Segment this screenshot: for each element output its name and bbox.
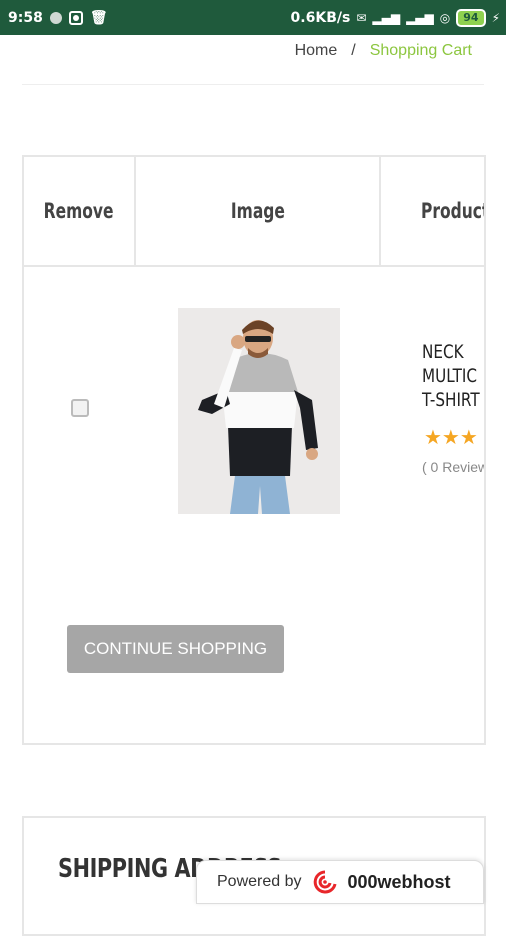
header-remove: Remove: [44, 199, 114, 223]
product-image[interactable]: [178, 308, 340, 514]
status-right: 0.6KB/s ✉ ▂▄▆ ▂▄▆ ◎ 94 ⚡: [291, 0, 500, 35]
wifi-icon: ◎: [439, 10, 451, 25]
remove-checkbox[interactable]: [71, 399, 89, 417]
breadcrumb: Home / Shopping Cart: [295, 42, 472, 60]
powered-by-label: Powered by: [217, 873, 302, 890]
product-name[interactable]: NECK MULTIC T-SHIRT: [422, 340, 484, 412]
charging-icon: ⚡: [491, 10, 500, 25]
divider: [22, 84, 484, 85]
powered-by-badge[interactable]: Powered by 000webhost: [196, 860, 484, 904]
review-count[interactable]: ( 0 Review: [422, 459, 484, 475]
status-time: 9:58: [8, 9, 43, 26]
camera-notification-icon: [68, 10, 83, 25]
status-bar: 9:58 🗑 0.6KB/s ✉ ▂▄▆ ▂▄▆ ◎ 94 ⚡: [0, 0, 506, 35]
breadcrumb-separator: /: [351, 42, 356, 59]
breadcrumb-home[interactable]: Home: [295, 42, 338, 60]
trash-notification-icon: 🗑: [89, 9, 108, 26]
column-image: Image: [136, 157, 381, 265]
cart-table-header: Remove Image Product: [24, 157, 486, 267]
webhost-logo-icon: [313, 870, 336, 894]
tshirt-model-image: [178, 308, 340, 514]
signal-icon-2: ▂▄▆: [406, 10, 434, 25]
network-speed: 0.6KB/s: [290, 9, 351, 26]
battery-icon: 94: [456, 8, 486, 27]
header-product: Product: [421, 199, 486, 223]
header-image: Image: [230, 199, 285, 223]
sim-icon: ✉: [356, 10, 367, 25]
continue-shopping-button[interactable]: CONTINUE SHOPPING: [67, 625, 284, 673]
rating-stars-icon: ★★★: [424, 427, 478, 449]
status-left: 9:58 🗑: [8, 0, 108, 35]
cart-table: Remove Image Product NECK MULTIC T-SHIRT…: [22, 155, 486, 745]
powered-by-brand: 000webhost: [347, 871, 451, 892]
breadcrumb-current: Shopping Cart: [369, 42, 472, 59]
signal-icon: ▂▄▆: [372, 10, 401, 25]
column-product: Product: [381, 157, 486, 265]
column-remove: Remove: [24, 157, 136, 265]
notification-dot-icon: [49, 11, 62, 24]
